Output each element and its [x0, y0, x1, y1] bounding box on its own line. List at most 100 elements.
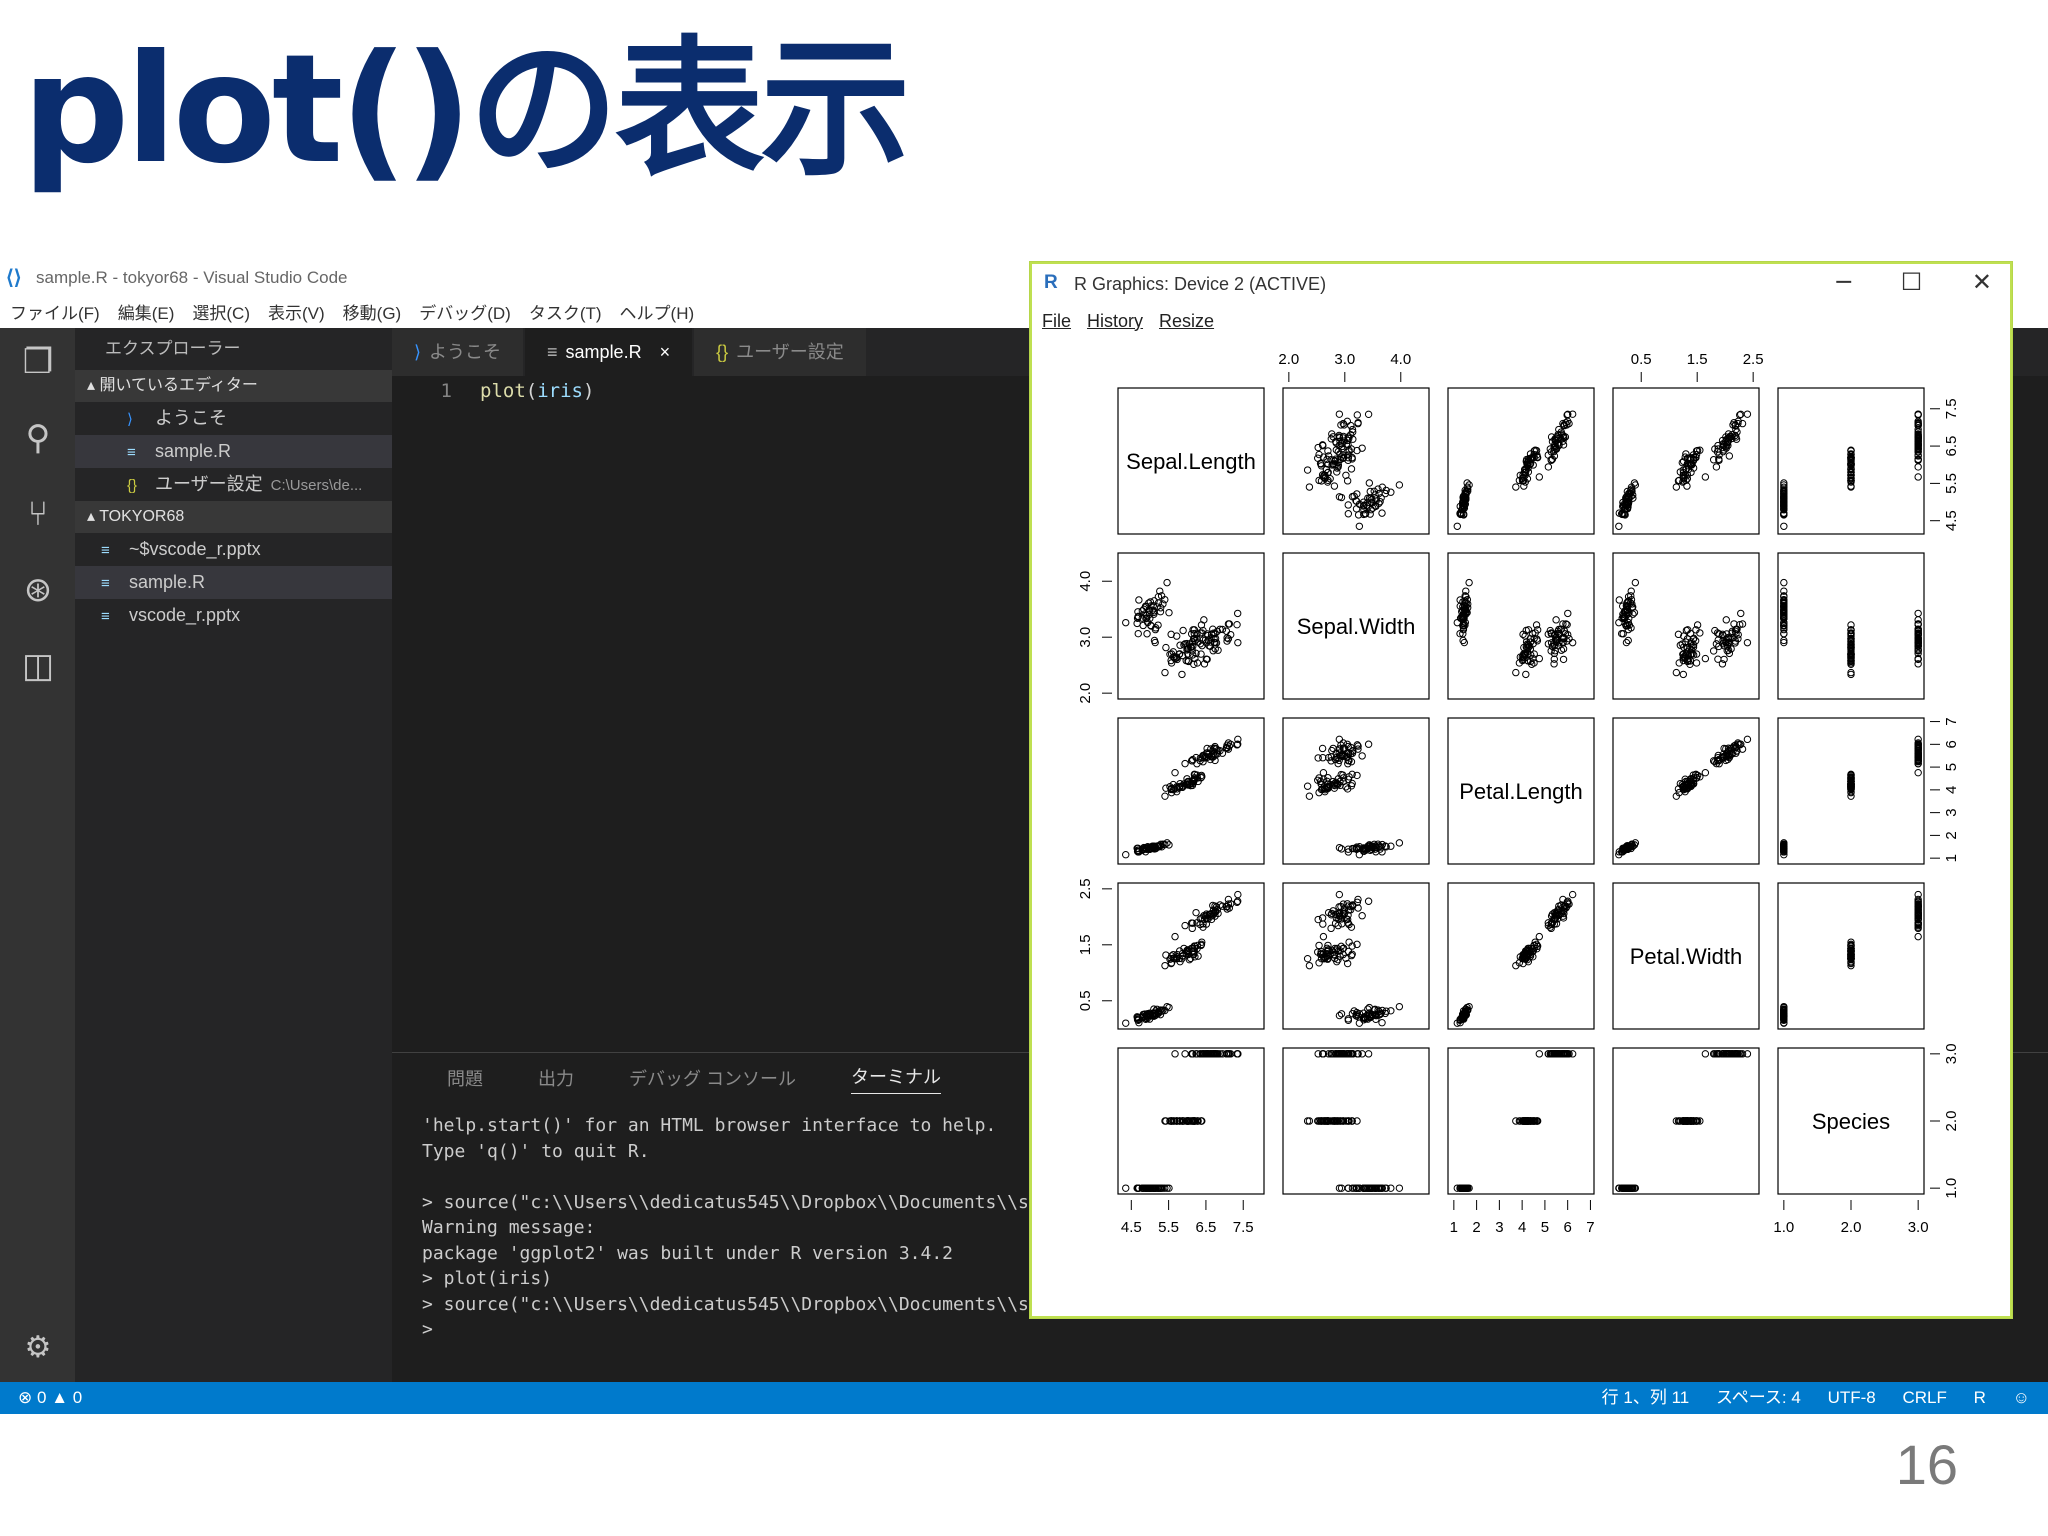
status-encoding[interactable]: UTF-8	[1828, 1388, 1876, 1407]
tick-label: 6	[1943, 740, 1960, 748]
tick-label: 2	[1943, 831, 1960, 839]
menu-go[interactable]: 移動(G)	[343, 299, 402, 324]
tick-label: 0.5	[1631, 351, 1652, 368]
search-icon[interactable]: ⚲	[18, 418, 58, 458]
status-spaces[interactable]: スペース: 4	[1716, 1388, 1801, 1407]
tick-label: 2.5	[1743, 351, 1764, 368]
close-icon[interactable]: ✕	[1972, 268, 1992, 296]
open-editor-sample-r[interactable]: ≡ sample.R	[75, 435, 392, 468]
panel-tab-terminal[interactable]: ターミナル	[851, 1063, 942, 1094]
data-point	[1330, 482, 1339, 490]
data-point	[1181, 921, 1189, 930]
menu-edit[interactable]: 編集(E)	[118, 299, 175, 324]
data-point	[1364, 740, 1373, 748]
r-menu-file[interactable]: File	[1042, 311, 1071, 332]
open-editors-header[interactable]: ▴ 開いているエディター	[75, 370, 392, 402]
minimize-icon[interactable]: ─	[1837, 268, 1851, 296]
data-point	[1465, 578, 1473, 587]
code-paren: (	[525, 380, 538, 402]
status-right: 行 1、列 11 スペース: 4 UTF-8 CRLF R ☺	[1580, 1382, 2030, 1414]
data-point	[1395, 1184, 1404, 1192]
data-point	[1352, 505, 1361, 513]
debug-icon[interactable]: ⊛	[18, 570, 58, 610]
menu-tasks[interactable]: タスク(T)	[529, 299, 602, 324]
data-point	[1171, 932, 1179, 941]
menu-help[interactable]: ヘルプ(H)	[620, 299, 695, 324]
tab-sample-r[interactable]: ≡ sample.R ×	[525, 328, 693, 376]
files-icon[interactable]: ❐	[18, 342, 58, 382]
warning-count: 0	[72, 1388, 83, 1407]
folder-header[interactable]: ▴ TOKYOR68	[75, 501, 392, 533]
data-point	[1318, 744, 1327, 753]
smiley-icon[interactable]: ☺	[2013, 1388, 2030, 1407]
tick-label: 1.5	[1687, 351, 1708, 368]
data-point	[1914, 473, 1922, 481]
data-point	[1780, 578, 1788, 587]
extensions-icon[interactable]: ◫	[18, 646, 58, 686]
r-menu-history[interactable]: History	[1087, 311, 1143, 332]
data-point	[1162, 643, 1170, 652]
data-point	[1737, 609, 1745, 618]
source-control-icon[interactable]: ⑂	[18, 494, 58, 534]
tick-label: 4.0	[1390, 351, 1411, 368]
tick-label: 4.5	[1943, 510, 1960, 531]
file-icon: ≡	[547, 342, 558, 362]
close-icon[interactable]: ×	[660, 342, 671, 362]
tick-label: 5	[1943, 763, 1960, 771]
tick-label: 6.5	[1195, 1219, 1216, 1236]
data-point	[1122, 618, 1130, 627]
panel-tab-output[interactable]: 出力	[538, 1065, 574, 1091]
data-point	[1914, 890, 1922, 899]
data-point	[1725, 452, 1734, 460]
status-eol[interactable]: CRLF	[1902, 1388, 1946, 1407]
data-point	[1679, 670, 1688, 679]
open-editor-settings[interactable]: {} ユーザー設定 C:\Users\de...	[75, 468, 392, 501]
data-point	[1544, 463, 1553, 471]
maximize-icon[interactable]: ☐	[1901, 268, 1923, 296]
data-point	[1319, 768, 1328, 777]
tab-welcome[interactable]: ⟩ ようこそ	[392, 328, 524, 376]
file-item[interactable]: ≡ ~$vscode_r.pptx	[75, 533, 392, 566]
panel-tab-debug-console[interactable]: デバッグ コンソール	[629, 1065, 796, 1091]
tick-label: 3.0	[1334, 351, 1355, 368]
file-item[interactable]: ≡ sample.R	[75, 566, 392, 599]
data-point	[1344, 501, 1352, 509]
status-bar: ⊗ 0 ▲ 0 行 1、列 11 スペース: 4 UTF-8 CRLF R ☺	[0, 1382, 2048, 1414]
tick-label: 5	[1541, 1219, 1549, 1236]
tick-label: 3.0	[1077, 627, 1094, 648]
panel-frame	[1282, 717, 1430, 865]
gear-icon[interactable]: ⚙	[18, 1328, 58, 1368]
tab-settings[interactable]: {} ユーザー設定	[694, 328, 866, 376]
data-point	[1342, 471, 1350, 479]
data-point	[1173, 632, 1181, 640]
menu-selection[interactable]: 選択(C)	[192, 299, 250, 324]
slide: plot()の表示 ⟨⟩ sample.R - tokyor68 - Visua…	[0, 0, 2048, 1536]
r-menu-resize[interactable]: Resize	[1159, 311, 1214, 332]
data-point	[1364, 1050, 1373, 1058]
tick-label: 5.5	[1943, 473, 1960, 494]
status-problems[interactable]: ⊗ 0 ▲ 0	[18, 1382, 82, 1414]
data-point	[1395, 839, 1404, 847]
data-point	[1234, 890, 1242, 899]
error-count: 0	[36, 1388, 47, 1407]
data-point	[1347, 465, 1356, 473]
file-icon: ≡	[101, 608, 110, 625]
panel-tab-problems[interactable]: 問題	[447, 1065, 483, 1091]
tick-label: 2.0	[1278, 351, 1299, 368]
menu-debug[interactable]: デバッグ(D)	[419, 299, 511, 324]
variable-label: Sepal.Length	[1126, 449, 1256, 474]
file-label: sample.R	[129, 572, 206, 592]
menu-view[interactable]: 表示(V)	[268, 299, 325, 324]
status-language[interactable]: R	[1974, 1388, 1986, 1407]
data-point	[1171, 768, 1179, 777]
tick-label: 1.5	[1077, 934, 1094, 955]
window-title: sample.R - tokyor68 - Visual Studio Code	[36, 268, 348, 287]
data-point	[1535, 654, 1544, 663]
data-point	[1161, 668, 1169, 677]
menu-file[interactable]: ファイル(F)	[10, 299, 100, 324]
open-editor-welcome[interactable]: ⟩ ようこそ	[75, 402, 392, 435]
data-point	[1200, 616, 1208, 624]
file-item[interactable]: ≡ vscode_r.pptx	[75, 599, 392, 632]
data-point	[1327, 924, 1335, 933]
status-position[interactable]: 行 1、列 11	[1602, 1388, 1690, 1407]
